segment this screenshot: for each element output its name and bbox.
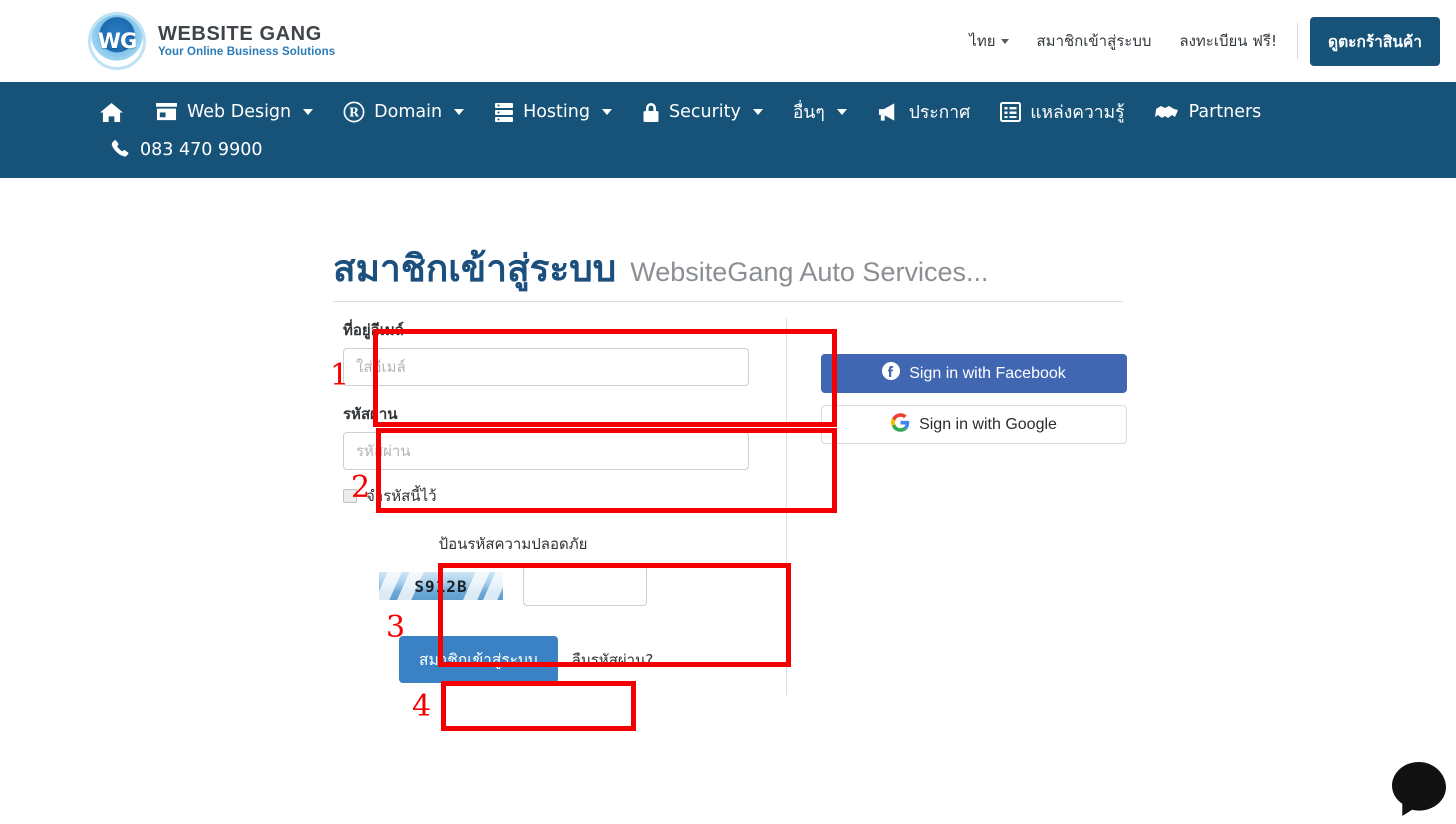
brand-text: WEBSITE GANG Your Online Business Soluti… xyxy=(158,23,336,58)
nav-label-security: Security xyxy=(668,102,741,122)
lock-icon xyxy=(642,102,660,123)
column-divider xyxy=(786,318,787,695)
top-header: WG WEBSITE GANG Your Online Business Sol… xyxy=(0,0,1456,82)
page-subtitle: WebsiteGang Auto Services... xyxy=(630,257,989,287)
social-login-column: Sign in with Facebook Sign in with Googl… xyxy=(783,318,1127,683)
facebook-signin-label: Sign in with Facebook xyxy=(909,364,1066,382)
chevron-down-icon xyxy=(836,109,847,115)
annotation-number-1: 1 xyxy=(330,358,350,393)
nav-item-security[interactable]: Security xyxy=(642,94,779,131)
nav-label-announcements: ประกาศ xyxy=(908,103,971,123)
handshake-icon xyxy=(1154,103,1180,121)
facebook-signin-button[interactable]: Sign in with Facebook xyxy=(821,354,1127,393)
annotation-number-2: 2 xyxy=(351,470,371,505)
nav-label-other: อื่นๆ xyxy=(792,103,825,123)
page-header: สมาชิกเข้าสู่ระบบ WebsiteGang Auto Servi… xyxy=(333,250,1123,302)
registered-icon: R xyxy=(343,101,365,123)
chevron-down-icon xyxy=(454,109,465,115)
chevron-down-icon xyxy=(303,109,314,115)
store-icon xyxy=(155,102,178,122)
annotation-number-4: 4 xyxy=(412,689,432,724)
page-title: สมาชิกเข้าสู่ระบบ xyxy=(333,247,617,290)
google-signin-label: Sign in with Google xyxy=(919,415,1057,433)
captcha-image: S912B xyxy=(379,572,503,600)
annotation-number-3: 3 xyxy=(386,610,406,645)
google-icon xyxy=(891,412,910,437)
language-selector[interactable]: ไทย xyxy=(955,29,1022,53)
view-cart-button[interactable]: ดูตะกร้าสินค้า xyxy=(1310,16,1440,66)
bullhorn-icon xyxy=(877,102,900,122)
email-input[interactable] xyxy=(343,348,749,386)
password-field-group: รหัสผ่าน xyxy=(333,402,783,470)
svg-text:R: R xyxy=(349,106,359,120)
main-navigation-bar: Web Design R Domain Hosting Security อื่… xyxy=(0,82,1456,178)
chevron-down-icon xyxy=(752,109,763,115)
nav-item-home[interactable] xyxy=(100,94,131,131)
submit-row: สมาชิกเข้าสู่ระบบ ลืมรหัสผ่าน? xyxy=(399,636,783,683)
captcha-code-text: S912B xyxy=(414,576,468,596)
logo-monogram: WG xyxy=(97,29,137,53)
facebook-icon xyxy=(882,362,901,385)
nav-item-hosting[interactable]: Hosting xyxy=(494,94,628,131)
nav-item-partners[interactable]: Partners xyxy=(1154,94,1278,130)
register-link[interactable]: ลงทะเบียน ฟรี! xyxy=(1165,29,1291,53)
brand-logo-group[interactable]: WG WEBSITE GANG Your Online Business Sol… xyxy=(88,12,335,70)
list-alt-icon xyxy=(1000,102,1022,122)
contact-phone[interactable]: 083 470 9900 xyxy=(100,134,1456,164)
annotation-box-4 xyxy=(441,681,636,731)
nav-label-partners: Partners xyxy=(1188,102,1262,122)
main-nav-row: Web Design R Domain Hosting Security อื่… xyxy=(100,90,1456,134)
language-label: ไทย xyxy=(969,32,996,50)
captcha-title: ป้อนรหัสความปลอดภัย xyxy=(438,535,588,553)
captcha-group: ป้อนรหัสความปลอดภัย S912B xyxy=(343,532,683,606)
top-navigation: ไทย สมาชิกเข้าสู่ระบบ ลงทะเบียน ฟรี! ดูต… xyxy=(955,0,1456,82)
nav-label-web-design: Web Design xyxy=(187,102,292,122)
home-icon xyxy=(100,102,123,123)
nav-label-knowledge: แหล่งความรู้ xyxy=(1030,103,1125,123)
brand-name: WEBSITE GANG xyxy=(158,23,322,45)
login-columns: ที่อยู่อีเมล์ รหัสผ่าน จำรหัสนี้ไว้ ป้อน… xyxy=(333,318,1127,695)
chat-widget-icon[interactable] xyxy=(1388,758,1450,820)
chevron-down-icon xyxy=(1000,39,1009,44)
phone-icon xyxy=(110,138,129,162)
nav-item-domain[interactable]: R Domain xyxy=(343,93,480,131)
forgot-password-link[interactable]: ลืมรหัสผ่าน? xyxy=(572,648,654,672)
nav-item-other[interactable]: อื่นๆ xyxy=(793,90,863,134)
email-label: ที่อยู่อีเมล์ xyxy=(343,321,404,339)
server-icon xyxy=(494,102,514,123)
phone-number: 083 470 9900 xyxy=(140,140,263,160)
remember-me-row[interactable]: จำรหัสนี้ไว้ xyxy=(343,484,783,508)
nav-label-hosting: Hosting xyxy=(523,102,590,122)
password-input[interactable] xyxy=(343,432,749,470)
password-label: รหัสผ่าน xyxy=(343,405,398,423)
website-gang-logo-icon: WG xyxy=(88,12,146,70)
login-link[interactable]: สมาชิกเข้าสู่ระบบ xyxy=(1023,29,1166,53)
google-signin-button[interactable]: Sign in with Google xyxy=(821,405,1127,444)
brand-tagline: Your Online Business Solutions xyxy=(158,45,336,58)
submit-button[interactable]: สมาชิกเข้าสู่ระบบ xyxy=(399,636,558,683)
nav-item-announcements[interactable]: ประกาศ xyxy=(877,90,986,134)
nav-label-domain: Domain xyxy=(374,102,443,122)
nav-item-knowledge[interactable]: แหล่งความรู้ xyxy=(1000,90,1140,134)
nav-divider xyxy=(1297,23,1298,59)
email-field-group: ที่อยู่อีเมล์ xyxy=(333,318,783,386)
chevron-down-icon xyxy=(601,109,612,115)
captcha-input[interactable] xyxy=(523,566,647,606)
remember-me-label: จำรหัสนี้ไว้ xyxy=(366,487,437,505)
page-content: สมาชิกเข้าสู่ระบบ WebsiteGang Auto Servi… xyxy=(0,250,1456,695)
nav-item-web-design[interactable]: Web Design xyxy=(155,94,329,130)
captcha-row: S912B xyxy=(343,566,683,606)
